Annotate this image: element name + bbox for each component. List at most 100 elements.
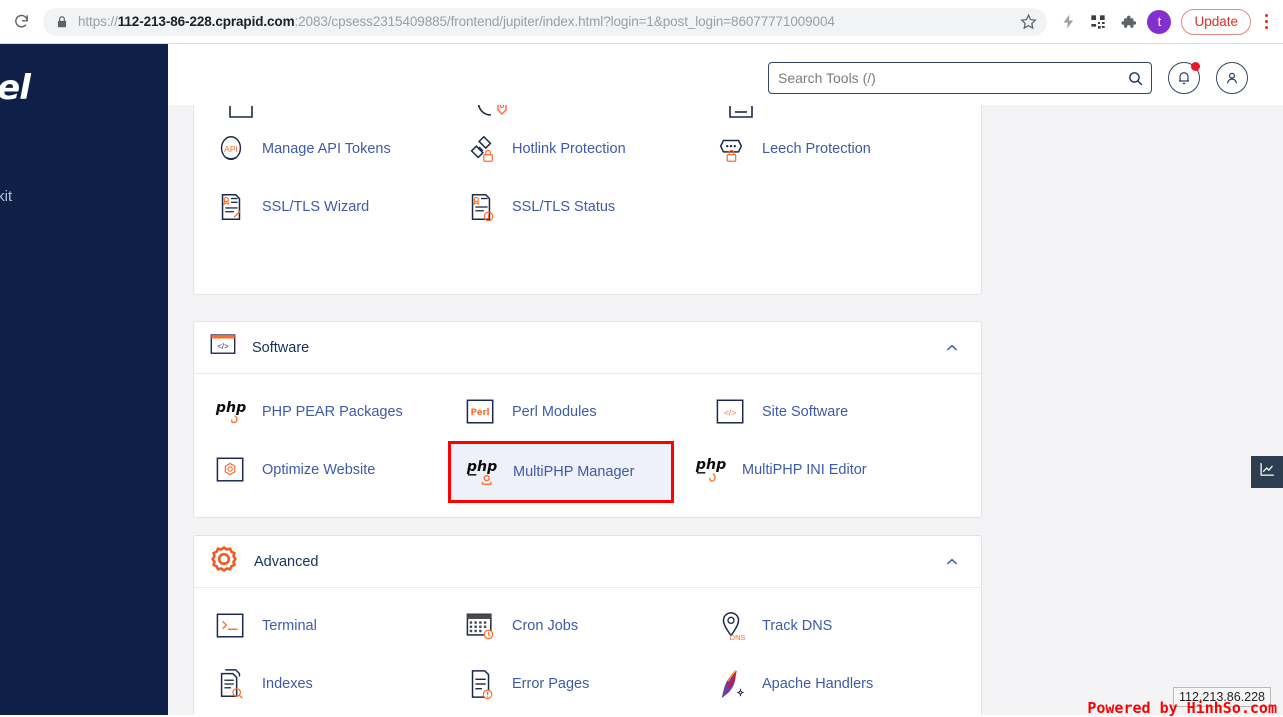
tool-tile-site-software[interactable]: </> Site Software xyxy=(694,383,944,441)
tool-label: SSL/TLS Status xyxy=(512,199,616,215)
hotlink-chain-lock-icon xyxy=(464,132,498,166)
leech-shield-lock-icon xyxy=(714,132,748,166)
tool-tile-terminal[interactable]: Terminal xyxy=(194,597,444,655)
qr-code-icon[interactable] xyxy=(1083,7,1113,37)
svg-text:</>: </> xyxy=(724,407,736,417)
error-pages-icon xyxy=(464,667,498,701)
tool-label: Error Pages xyxy=(512,676,590,692)
cpanel-logo: anel xyxy=(0,68,31,108)
tool-label: Hotlink Protection xyxy=(512,141,626,157)
tool-tile-ssl-tls-status[interactable]: SSL/TLS Status xyxy=(444,178,694,236)
chevron-up-icon[interactable] xyxy=(941,551,963,573)
section-card-security: Security xyxy=(193,105,982,295)
tool-tile-multiphp-ini-editor[interactable]: php MultiPHP INI Editor xyxy=(674,441,924,499)
line-chart-icon xyxy=(1259,461,1276,483)
php-manager-icon: php xyxy=(465,455,499,489)
puzzle-piece-icon[interactable] xyxy=(1113,7,1143,37)
php-pear-icon: php xyxy=(214,395,248,429)
url-path: :2083/cpsess2315409885/frontend/jupiter/… xyxy=(294,14,835,29)
update-button[interactable]: Update xyxy=(1181,8,1251,35)
tool-tile-error-pages[interactable]: Error Pages xyxy=(444,655,694,713)
tool-label: Site Software xyxy=(762,404,849,420)
three-dot-menu-icon[interactable] xyxy=(1253,7,1279,37)
ssl-status-icon xyxy=(464,190,498,224)
url-domain: 112-213-86-228.cprapid.com xyxy=(117,14,295,29)
avatar[interactable]: t xyxy=(1147,9,1172,34)
tile-grid-advanced: Terminal Cron Jobs DNS Track DNS Indexes… xyxy=(194,597,981,715)
tool-label: PHP PEAR Packages xyxy=(262,404,403,420)
tile-grid-software: php PHP PEAR Packages Perl Perl Modules … xyxy=(194,383,981,503)
tool-label: SSL/TLS Wizard xyxy=(262,199,370,215)
user-menu-button[interactable] xyxy=(1216,62,1248,94)
track-dns-pin-icon: DNS xyxy=(714,609,748,643)
lightning-bolt-icon[interactable] xyxy=(1053,7,1083,37)
tool-label: MultiPHP INI Editor xyxy=(742,462,867,478)
svg-text:DNS: DNS xyxy=(730,633,746,642)
tool-tile-hotlink-protection[interactable]: Hotlink Protection xyxy=(444,120,694,178)
perl-icon: Perl xyxy=(464,395,498,429)
tool-tile-multiphp-manager[interactable]: php MultiPHP Manager xyxy=(448,441,674,503)
section-card-software: </> Software php PHP PEAR Packages Perl … xyxy=(193,321,982,518)
site-software-icon: </> xyxy=(714,395,748,429)
tool-label: Track DNS xyxy=(762,618,833,634)
indexes-doc-search-icon xyxy=(214,667,248,701)
tool-tile-optimize-website[interactable]: Optimize Website xyxy=(194,441,444,499)
tool-tile-perl-modules[interactable]: Perl Perl Modules xyxy=(444,383,694,441)
search-input[interactable] xyxy=(769,70,1119,86)
search-box[interactable] xyxy=(768,62,1152,94)
star-icon[interactable] xyxy=(1015,9,1041,35)
section-header-advanced[interactable]: Advanced xyxy=(194,536,981,588)
svg-text:</>: </> xyxy=(217,342,229,351)
tool-label: Cron Jobs xyxy=(512,618,579,634)
lock-icon xyxy=(57,15,67,27)
tool-label: Leech Protection xyxy=(762,141,871,157)
svg-text:Perl: Perl xyxy=(471,407,490,417)
tool-label: Terminal xyxy=(262,618,317,634)
avatar-initial: t xyxy=(1157,14,1162,29)
optimize-website-icon xyxy=(214,453,248,487)
apache-feather-icon xyxy=(714,667,748,701)
tool-tile-apache-handlers[interactable]: Apache Handlers xyxy=(694,655,944,713)
tool-label: MultiPHP Manager xyxy=(513,464,635,480)
tool-tile-ssl-tls-wizard[interactable]: SSL/TLS Wizard xyxy=(194,178,444,236)
update-label: Update xyxy=(1194,14,1238,29)
stats-widget-button[interactable] xyxy=(1251,456,1283,488)
app-header xyxy=(168,44,1283,105)
search-icon[interactable] xyxy=(1119,63,1151,93)
tools-scroll-area[interactable]: Security xyxy=(168,105,1283,715)
svg-text:php: php xyxy=(695,457,726,473)
notification-badge xyxy=(1191,62,1200,71)
section-header-software[interactable]: </> Software xyxy=(194,322,981,374)
notifications-button[interactable] xyxy=(1168,62,1200,94)
tool-tile-cron-jobs[interactable]: Cron Jobs xyxy=(444,597,694,655)
watermark: Powered by HinhSo.com xyxy=(1087,699,1277,717)
clipped-icon-2 xyxy=(477,105,507,116)
tool-tile-indexes[interactable]: Indexes xyxy=(194,655,444,713)
gear-icon xyxy=(210,545,238,578)
terminal-icon xyxy=(214,609,248,643)
php-ini-editor-icon: php xyxy=(694,453,728,487)
reload-icon[interactable] xyxy=(7,8,35,36)
tool-label: Optimize Website xyxy=(262,462,376,478)
tile-grid-security: API Manage API Tokens Hotlink Protection… xyxy=(194,120,981,236)
code-window-icon: </> xyxy=(210,333,236,362)
tool-tile-leech-protection[interactable]: Leech Protection xyxy=(694,120,944,178)
tool-tile-php-pear-packages[interactable]: php PHP PEAR Packages xyxy=(194,383,444,441)
tool-label: Indexes xyxy=(262,676,313,692)
browser-toolbar: https://112-213-86-228.cprapid.com:2083/… xyxy=(0,0,1283,44)
sidebar-item-wp-toolkit[interactable]: P Toolkit xyxy=(0,188,12,205)
chevron-up-icon[interactable] xyxy=(941,337,963,359)
tool-label: Apache Handlers xyxy=(762,676,874,692)
clipped-icon-3 xyxy=(729,106,753,118)
url-text: https://112-213-86-228.cprapid.com:2083/… xyxy=(78,14,1015,29)
page-root: anel ools P Toolkit xyxy=(0,44,1283,717)
tool-label: Perl Modules xyxy=(512,404,597,420)
sidebar: anel ools P Toolkit xyxy=(0,44,168,715)
svg-text:API: API xyxy=(224,144,238,154)
section-card-advanced: Advanced Terminal Cron Jobs DNS Track DN… xyxy=(193,535,982,715)
clipped-icon-1 xyxy=(229,106,253,118)
address-bar[interactable]: https://112-213-86-228.cprapid.com:2083/… xyxy=(43,7,1048,36)
tool-tile-manage-api-tokens[interactable]: API Manage API Tokens xyxy=(194,120,444,178)
clipped-icon-row xyxy=(194,105,981,120)
tool-tile-track-dns[interactable]: DNS Track DNS xyxy=(694,597,944,655)
